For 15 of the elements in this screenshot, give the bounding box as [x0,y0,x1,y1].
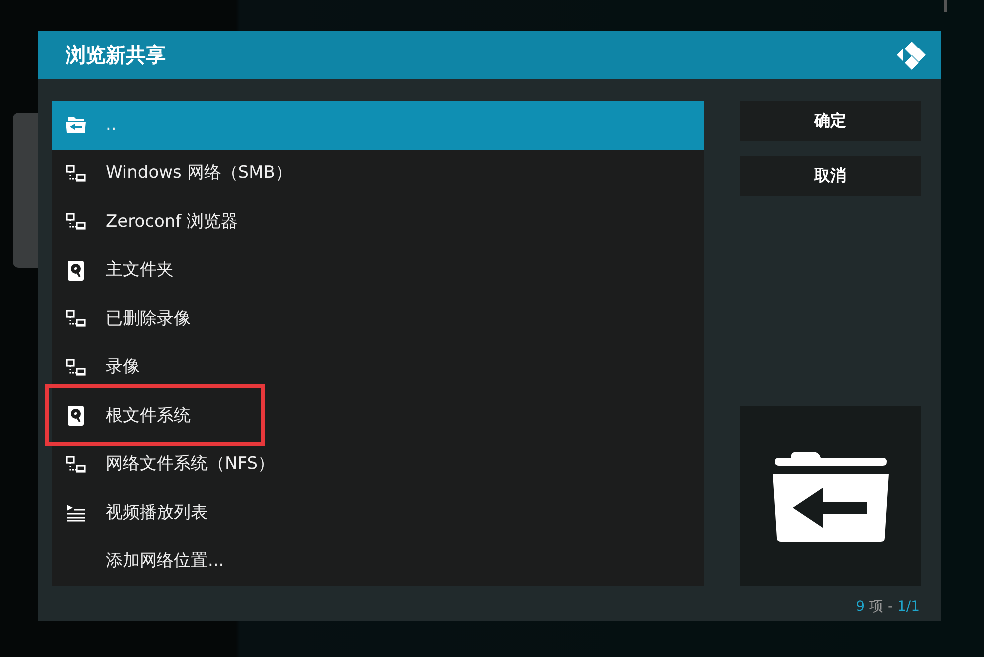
list-item[interactable]: Windows 网络（SMB） [52,150,704,198]
list-item[interactable]: 主文件夹 [52,246,704,295]
dialog-title: 浏览新共享 [66,42,166,69]
dialog-button[interactable]: 确定 [740,101,921,141]
item-count: 9 项 - 1/1 [855,598,921,617]
list-item[interactable]: 录像 [52,344,704,392]
folder-back-icon [772,450,888,542]
list-item[interactable]: 添加网络位置... [52,538,704,586]
list-item[interactable]: 视频播放列表 [52,489,704,538]
list-item[interactable]: 已删除录像 [52,295,704,344]
background-scrollbar [944,0,947,12]
list-item[interactable]: 根文件系统 [52,392,704,440]
list-item[interactable]: Zeroconf 浏览器 [52,198,704,246]
dialog-button[interactable]: 取消 [740,156,921,196]
list-item[interactable]: 网络文件系统（NFS） [52,440,704,489]
